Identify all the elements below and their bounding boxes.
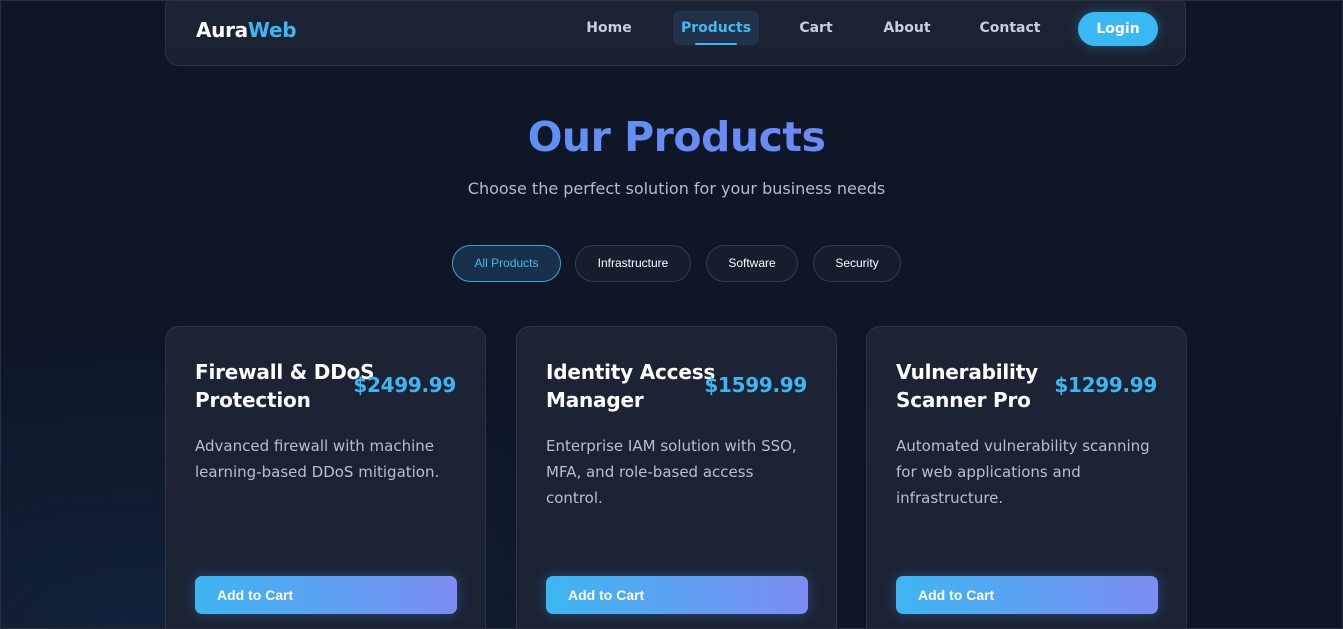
product-description: Automated vulnerability scanning for web… — [896, 437, 1150, 507]
nav-link-home[interactable]: Home — [578, 11, 640, 45]
nav-link-about[interactable]: About — [874, 11, 940, 45]
brand-logo-part2: Web — [247, 18, 297, 42]
nav-link-contact[interactable]: Contact — [972, 11, 1048, 45]
login-button[interactable]: Login — [1078, 12, 1158, 46]
add-to-cart-button[interactable]: Add to Cart — [546, 576, 808, 614]
active-nav-underline — [695, 43, 737, 45]
navbar: AuraWeb Home Products Cart About Contact… — [165, 0, 1186, 66]
nav-link-products-label: Products — [680, 20, 752, 36]
filter-all-products[interactable]: All Products — [452, 245, 561, 282]
product-description: Enterprise IAM solution with SSO, MFA, a… — [546, 437, 797, 507]
product-card: Firewall & DDoS Protection $2499.99 Adva… — [165, 326, 486, 629]
brand-logo-part1: Aura — [196, 18, 248, 42]
brand-logo[interactable]: AuraWeb — [196, 18, 297, 42]
product-price: $2499.99 — [353, 373, 456, 397]
product-card: Vulnerability Scanner Pro $1299.99 Autom… — [866, 326, 1187, 629]
nav-link-cart[interactable]: Cart — [790, 11, 842, 45]
page-subtitle: Choose the perfect solution for your bus… — [467, 179, 886, 198]
filter-software[interactable]: Software — [706, 245, 798, 282]
page-title: Our Products — [0, 110, 1343, 164]
filter-infrastructure[interactable]: Infrastructure — [575, 245, 691, 282]
product-price: $1599.99 — [704, 373, 807, 397]
add-to-cart-button[interactable]: Add to Cart — [896, 576, 1158, 614]
filter-security[interactable]: Security — [813, 245, 901, 282]
product-card: Identity Access Manager $1599.99 Enterpr… — [516, 326, 837, 629]
nav-link-products[interactable]: Products — [673, 11, 759, 45]
add-to-cart-button[interactable]: Add to Cart — [195, 576, 457, 614]
product-price: $1299.99 — [1054, 373, 1157, 397]
product-description: Advanced firewall with machine learning-… — [195, 437, 440, 481]
